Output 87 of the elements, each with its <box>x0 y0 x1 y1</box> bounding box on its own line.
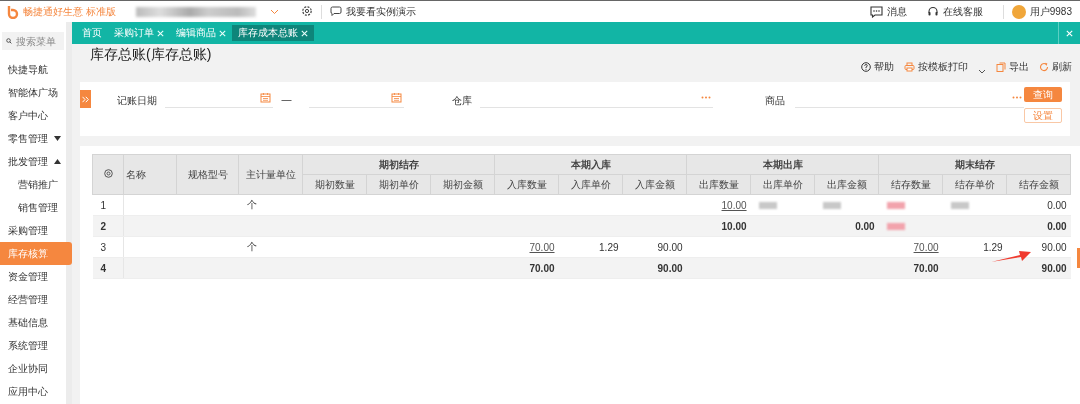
menu-item[interactable]: 经营管理 <box>0 288 66 311</box>
caret-icon[interactable] <box>54 159 61 164</box>
brand-name: 畅捷通好生意 <box>23 4 83 19</box>
search-icon <box>6 36 12 46</box>
more-icon[interactable] <box>1012 96 1022 99</box>
support-button[interactable]: 在线客服 <box>926 4 983 19</box>
row-number: 3 <box>92 236 124 258</box>
messages-button[interactable]: 消息 <box>869 4 907 19</box>
menu-item[interactable]: 快捷导航 <box>0 58 66 81</box>
row-number: 2 <box>92 215 124 237</box>
value-link[interactable]: 10.00 <box>721 199 747 211</box>
column-group-header: 本期入库 <box>494 154 687 175</box>
menu-item[interactable]: 系统管理 <box>0 334 66 357</box>
table-cell: 90.00 <box>1041 262 1067 274</box>
page-title: 库存总账(库存总账) <box>90 46 212 64</box>
column-settings-icon[interactable] <box>103 169 113 178</box>
table-cell: 70.00 <box>913 262 939 274</box>
side-handle[interactable] <box>1077 248 1080 268</box>
close-icon[interactable] <box>157 29 164 37</box>
avatar-icon <box>1011 4 1026 19</box>
table-cell: 70.00 <box>529 262 555 274</box>
column-header[interactable]: 规格型号 <box>176 154 239 195</box>
table-cell: 0.00 <box>1047 199 1067 211</box>
close-icon[interactable] <box>1066 29 1073 37</box>
demo-link[interactable]: 我要看实例演示 <box>330 4 416 19</box>
table-cell: 0.00 <box>855 220 875 232</box>
menu-item[interactable]: 智能体广场 <box>0 81 66 104</box>
calendar-icon[interactable] <box>391 92 403 103</box>
field-label: 记账日期 <box>116 94 157 108</box>
headset-icon <box>926 5 939 18</box>
calendar-icon[interactable] <box>260 92 272 103</box>
search-field[interactable]: 搜索菜单 <box>2 32 64 50</box>
column-group-header: 本期出库 <box>686 154 879 175</box>
help-button[interactable]: 帮助 <box>861 60 894 74</box>
field-label: 商品 <box>765 94 786 108</box>
caret-icon[interactable] <box>978 69 986 74</box>
printer-icon[interactable] <box>904 62 915 72</box>
settings-icon[interactable] <box>301 4 313 17</box>
export-button[interactable]: 导出 <box>996 60 1029 74</box>
menu-item[interactable]: 采购管理 <box>0 219 66 242</box>
table-cell: 0.00 <box>1047 220 1067 232</box>
refresh-button[interactable]: 刷新 <box>1039 60 1072 74</box>
close-icon[interactable] <box>301 29 308 37</box>
row-number: 4 <box>92 257 124 279</box>
menu-item[interactable]: 基础信息 <box>0 311 66 334</box>
chat-icon <box>330 6 342 17</box>
edition-label: 标准版 <box>86 6 116 17</box>
print-button[interactable]: 按模板打印 <box>904 60 968 74</box>
table-cell: 个 <box>246 241 257 252</box>
menu-item[interactable]: 销售管理 <box>0 196 66 219</box>
table-cell: 10.00 <box>721 220 747 232</box>
close-icon[interactable] <box>219 29 226 37</box>
table-cell: 1.29 <box>983 241 1003 253</box>
table-cell: 个 <box>246 199 257 210</box>
double-chevron-icon <box>81 95 89 103</box>
annotation-arrow <box>990 249 1032 263</box>
menu-item[interactable]: 应用中心 <box>0 380 66 403</box>
logo-icon[interactable] <box>6 4 20 19</box>
help-icon[interactable] <box>861 62 871 72</box>
table-cell: 90.00 <box>1041 241 1067 253</box>
menu-item[interactable]: 营销推广 <box>0 173 66 196</box>
user-menu[interactable]: 用户9983 <box>1011 4 1072 19</box>
table-cell: 90.00 <box>657 241 683 253</box>
menu-item[interactable]: 企业协同 <box>0 357 66 380</box>
menu-item[interactable]: 资金管理 <box>0 265 66 288</box>
column-group-header: 期初结存 <box>302 154 495 175</box>
menu-item[interactable]: 零售管理 <box>0 127 66 150</box>
column-header[interactable]: 名称 <box>123 154 177 195</box>
caret-icon[interactable] <box>54 136 61 141</box>
export-icon[interactable] <box>996 62 1006 72</box>
tab[interactable]: 库存成本总账 <box>232 25 314 41</box>
refresh-icon[interactable] <box>1039 62 1049 72</box>
field-label: 仓库 <box>452 94 473 108</box>
table-cell: 90.00 <box>657 262 683 274</box>
column-group-header: 期末结存 <box>878 154 1071 175</box>
column-header[interactable]: 主计量单位 <box>238 154 303 195</box>
range-separator: — <box>281 94 292 105</box>
menu-item[interactable]: 客户中心 <box>0 104 66 127</box>
message-icon <box>869 5 883 18</box>
value-link[interactable]: 70.00 <box>529 241 555 253</box>
row-number: 1 <box>92 194 124 216</box>
column-header[interactable] <box>92 154 124 195</box>
menu-item[interactable]: 批发管理 <box>0 150 66 173</box>
table-cell: 1.29 <box>599 241 619 253</box>
expand-button[interactable] <box>80 90 91 108</box>
more-icon[interactable] <box>701 96 712 99</box>
value-link[interactable]: 70.00 <box>913 241 939 253</box>
